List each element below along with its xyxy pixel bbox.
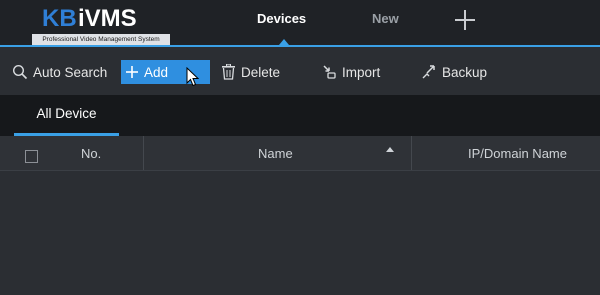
add-label: Add — [144, 64, 169, 80]
toolbar: Auto Search Add Delete Import Backup — [0, 47, 600, 95]
auto-search-button[interactable]: Auto Search — [12, 62, 107, 82]
tab-new[interactable]: New — [372, 11, 399, 26]
backup-button[interactable]: Backup — [421, 62, 487, 82]
device-table-header: No. Name IP/Domain Name — [0, 136, 600, 171]
app-header: KB iVMS Professional Video Management Sy… — [0, 0, 600, 46]
search-icon — [12, 64, 28, 80]
column-header-name[interactable]: Name — [258, 146, 293, 161]
delete-button[interactable]: Delete — [221, 62, 280, 82]
sort-ascending-icon[interactable] — [386, 147, 394, 152]
column-divider[interactable] — [411, 136, 412, 170]
column-header-no[interactable]: No. — [81, 146, 101, 161]
column-divider[interactable] — [143, 136, 144, 170]
select-all-checkbox[interactable] — [25, 150, 38, 163]
auto-search-label: Auto Search — [33, 64, 108, 80]
device-group-tabs: All Device — [0, 95, 600, 136]
plus-icon — [126, 66, 138, 78]
device-table-body — [0, 171, 600, 295]
delete-label: Delete — [241, 64, 281, 80]
mouse-cursor-icon — [186, 67, 200, 87]
import-button[interactable]: Import — [321, 62, 380, 82]
add-tab-plus-icon[interactable] — [455, 10, 475, 30]
column-header-ip-domain[interactable]: IP/Domain Name — [468, 146, 567, 161]
import-label: Import — [342, 64, 381, 80]
app-logo: KB iVMS Professional Video Management Sy… — [32, 5, 172, 45]
tab-devices[interactable]: Devices — [257, 11, 306, 26]
logo-subtitle: Professional Video Management System — [32, 34, 170, 45]
backup-icon — [422, 65, 435, 79]
tab-all-device[interactable]: All Device — [14, 95, 119, 136]
trash-icon — [222, 64, 235, 80]
logo-brand: KB — [42, 5, 77, 32]
import-icon — [323, 65, 336, 79]
backup-label: Backup — [442, 64, 488, 80]
logo-name: iVMS — [78, 5, 137, 32]
